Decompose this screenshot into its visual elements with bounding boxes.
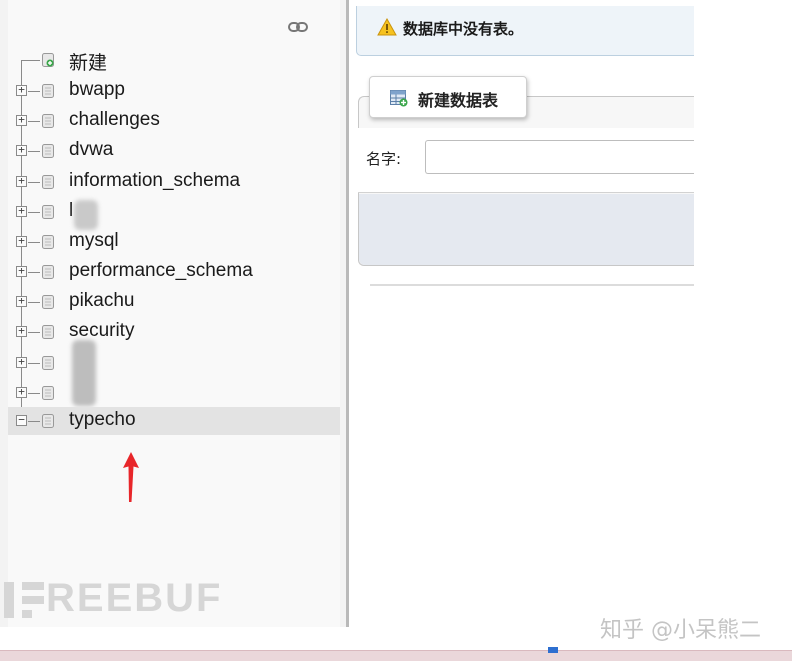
taskbar-strip: [0, 647, 792, 661]
tree-branch: [28, 421, 40, 422]
tree-item-label: security: [69, 320, 135, 341]
tree-item-database[interactable]: + performance_schema: [12, 258, 342, 286]
expand-icon[interactable]: +: [16, 205, 27, 217]
warning-icon: [377, 18, 397, 36]
red-arrow-annotation: [123, 452, 139, 502]
tree-item-label: bwapp: [69, 79, 125, 100]
tree-item-database-selected[interactable]: − typecho: [8, 407, 340, 435]
watermark-logo-bar: [22, 582, 44, 590]
new-database-icon: [42, 53, 54, 67]
table-name-label: 名字:: [366, 150, 402, 168]
table-icon: [390, 90, 408, 107]
tree-branch: [28, 272, 40, 273]
expand-icon[interactable]: +: [16, 114, 27, 126]
tree-item-label: information_schema: [69, 170, 241, 191]
watermark-zhihu: 知乎 @小呆熊二: [600, 618, 761, 643]
database-icon: [42, 414, 54, 428]
tree-item-label: 新建: [69, 53, 108, 74]
tree-branch: [28, 212, 40, 213]
watermark-logo-bar: [4, 582, 14, 618]
watermark-logo-bar: [22, 596, 44, 604]
database-icon: [42, 386, 54, 400]
tree-branch: [28, 151, 40, 152]
tree-item-database[interactable]: + information_schema: [12, 168, 342, 196]
tree-item-database[interactable]: + pikachu: [12, 288, 342, 316]
database-icon: [42, 175, 54, 189]
tree-item-label: typecho: [69, 409, 136, 430]
tree-item-database[interactable]: + dvwa: [12, 137, 342, 165]
redaction-blur: [74, 200, 98, 230]
expand-icon[interactable]: +: [16, 175, 27, 187]
database-icon: [42, 325, 54, 339]
watermark-logo-bar: [22, 610, 32, 618]
navigation-panel: 新建 + bwapp + challenges + dvwa + informa…: [0, 0, 346, 627]
expand-icon[interactable]: +: [16, 265, 27, 277]
tree-item-label: challenges: [69, 109, 160, 130]
expand-icon[interactable]: +: [16, 295, 27, 307]
database-icon: [42, 114, 54, 128]
database-icon: [42, 235, 54, 249]
tree-item-database[interactable]: + mysql: [12, 228, 342, 256]
tree-item-database[interactable]: +: [12, 379, 342, 407]
database-icon: [42, 84, 54, 98]
table-name-row: 名字:: [358, 128, 705, 193]
tree-branch: [22, 60, 40, 61]
tree-branch: [28, 242, 40, 243]
redaction-blur: [72, 340, 96, 406]
tree-branch: [28, 363, 40, 364]
content-divider: [370, 284, 698, 286]
tree-item-database[interactable]: + challenges: [12, 107, 342, 135]
expand-icon[interactable]: +: [16, 84, 27, 96]
link-icon[interactable]: [288, 20, 308, 34]
tree-item-label: performance_schema: [69, 260, 253, 281]
tree-item-database[interactable]: + bwapp: [12, 77, 342, 105]
create-table-title: 新建数据表: [418, 91, 499, 110]
notice-message: 数据库中没有表。: [356, 6, 696, 56]
notice-text: 数据库中没有表。: [403, 20, 524, 38]
phpmyadmin-window: 新建 + bwapp + challenges + dvwa + informa…: [0, 0, 792, 661]
watermark-text: REEBUF: [46, 576, 223, 620]
tree-item-label: mysql: [69, 230, 119, 251]
database-icon: [42, 356, 54, 370]
tree-branch: [28, 91, 40, 92]
tree-item-label: dvwa: [69, 139, 114, 160]
expand-icon[interactable]: +: [16, 325, 27, 337]
expand-icon[interactable]: +: [16, 356, 27, 368]
tree-item-database[interactable]: + l: [12, 198, 342, 226]
database-icon: [42, 265, 54, 279]
panel-resizer[interactable]: [346, 0, 349, 627]
tree-item-database[interactable]: +: [12, 349, 342, 377]
tree-branch: [28, 393, 40, 394]
database-icon: [42, 295, 54, 309]
fieldset-footer: [359, 194, 698, 265]
database-icon: [42, 205, 54, 219]
database-icon: [42, 144, 54, 158]
create-table-legend: 新建数据表: [369, 76, 527, 118]
expand-icon[interactable]: +: [16, 144, 27, 156]
tree-item-label: l: [69, 200, 74, 221]
tree-item-new[interactable]: 新建: [12, 46, 342, 74]
tree-branch: [28, 332, 40, 333]
taskbar-icon: [548, 647, 558, 653]
collapse-icon[interactable]: −: [16, 414, 27, 426]
tree-item-database[interactable]: + security: [12, 318, 342, 346]
watermark-freebuf: REEBUF: [0, 570, 230, 620]
tree-branch: [28, 121, 40, 122]
expand-icon[interactable]: +: [16, 235, 27, 247]
tree-branch: [28, 302, 40, 303]
screenshot-crop-area: [694, 0, 792, 627]
tree-item-label: pikachu: [69, 290, 135, 311]
expand-icon[interactable]: +: [16, 386, 27, 398]
tree-branch: [28, 182, 40, 183]
table-name-input[interactable]: [425, 140, 705, 174]
